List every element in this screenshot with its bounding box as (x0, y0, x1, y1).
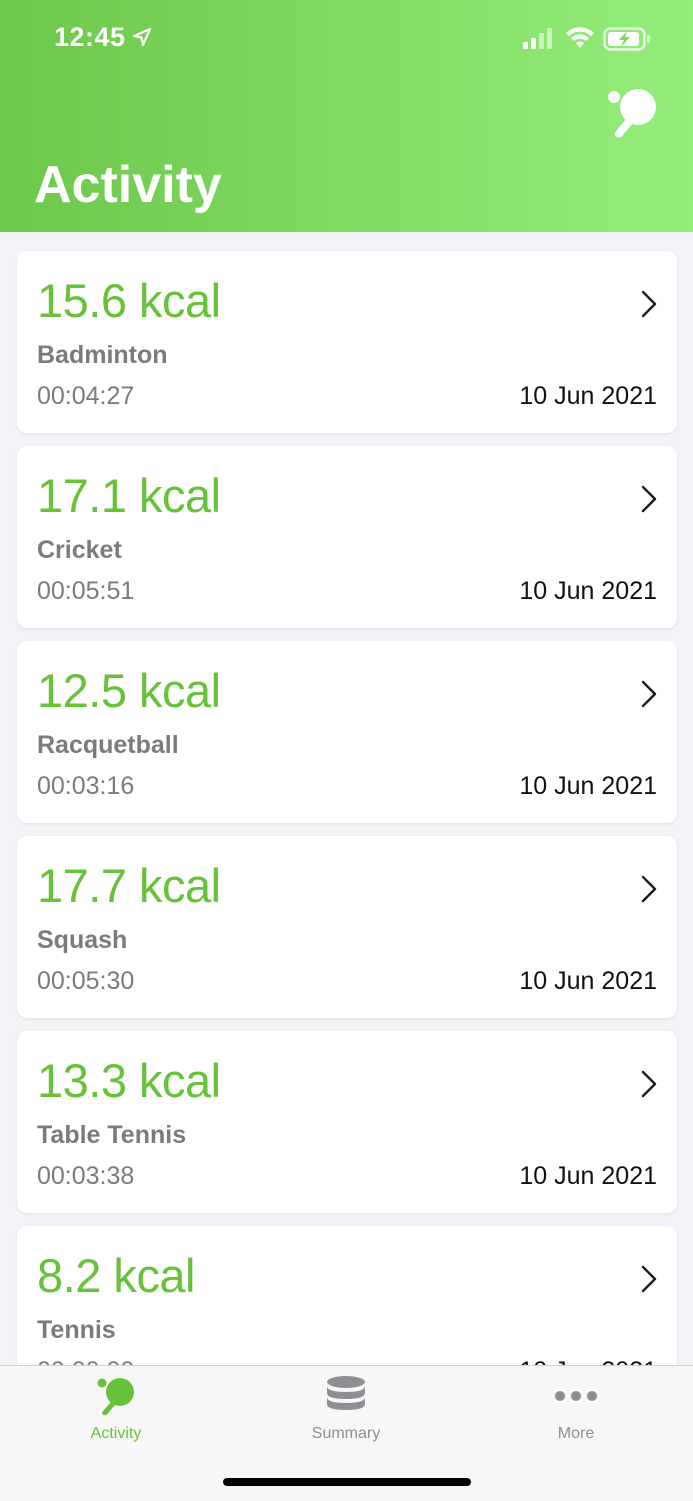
activity-date: 10 Jun 2021 (519, 1357, 657, 1365)
activity-date: 10 Jun 2021 (519, 577, 657, 605)
activity-duration: 00:03:38 (37, 1162, 135, 1190)
tab-activity[interactable]: Activity (16, 1366, 216, 1456)
chevron-right-icon (641, 290, 657, 318)
activity-date: 10 Jun 2021 (519, 967, 657, 995)
page-title: Activity (34, 156, 222, 214)
activity-card[interactable]: 12.5 kcal Racquetball 00:03:16 10 Jun 20… (17, 641, 677, 823)
activity-calories: 12.5 kcal (37, 664, 221, 717)
chevron-right-icon (641, 1070, 657, 1098)
activity-sport: Table Tennis (37, 1121, 187, 1149)
chevron-right-icon (641, 680, 657, 708)
chevron-right-icon (641, 1265, 657, 1293)
activity-card[interactable]: 17.7 kcal Squash 00:05:30 10 Jun 2021 (17, 836, 677, 1018)
location-arrow-icon (132, 27, 152, 47)
activity-date: 10 Jun 2021 (519, 772, 657, 800)
activity-calories: 15.6 kcal (37, 274, 221, 327)
activity-calories: 17.1 kcal (37, 469, 221, 522)
activity-duration: 00:05:51 (37, 577, 135, 605)
activity-duration: 00:04:27 (37, 382, 135, 410)
wifi-icon (566, 27, 594, 48)
table-tennis-icon (97, 1378, 134, 1416)
activity-card[interactable]: 17.1 kcal Cricket 00:05:51 10 Jun 2021 (17, 446, 677, 628)
activity-duration: 00:00:00 (37, 1357, 134, 1365)
activity-sport: Tennis (37, 1316, 116, 1344)
tab-summary[interactable]: Summary (246, 1366, 446, 1456)
activity-card[interactable]: 15.6 kcal Badminton 00:04:27 10 Jun 2021 (17, 251, 677, 433)
tab-label: Activity (90, 1425, 142, 1442)
activity-card[interactable]: 13.3 kcal Table Tennis 00:03:38 10 Jun 2… (17, 1031, 677, 1213)
battery-charging-icon (603, 27, 650, 51)
tab-label: Summary (311, 1425, 381, 1442)
table-tennis-icon[interactable] (604, 85, 660, 141)
activity-date: 10 Jun 2021 (519, 1162, 657, 1190)
activity-sport: Racquetball (37, 731, 179, 759)
status-bar: 12:45 (0, 0, 693, 80)
activity-sport: Squash (37, 926, 128, 954)
activity-date: 10 Jun 2021 (519, 382, 657, 410)
activity-calories: 17.7 kcal (37, 859, 221, 912)
tab-more[interactable]: More (476, 1366, 676, 1456)
home-indicator (223, 1478, 471, 1486)
more-dots-icon (555, 1391, 597, 1401)
status-time: 12:45 (54, 22, 126, 52)
tab-label: More (557, 1425, 595, 1442)
activity-list[interactable]: 15.6 kcal Badminton 00:04:27 10 Jun 2021… (0, 232, 693, 1365)
activity-card[interactable]: 8.2 kcal Tennis 00:00:00 10 Jun 2021 (17, 1226, 677, 1365)
activity-duration: 00:05:30 (37, 967, 135, 995)
activity-calories: 8.2 kcal (37, 1249, 195, 1302)
activity-sport: Badminton (37, 341, 168, 369)
database-icon (327, 1376, 365, 1410)
navigation-header: 12:45 Activity (0, 0, 693, 232)
activity-calories: 13.3 kcal (37, 1054, 221, 1107)
chevron-right-icon (641, 485, 657, 513)
chevron-right-icon (641, 875, 657, 903)
cellular-signal-icon (523, 28, 552, 49)
activity-duration: 00:03:16 (37, 772, 135, 800)
activity-sport: Cricket (37, 536, 122, 564)
